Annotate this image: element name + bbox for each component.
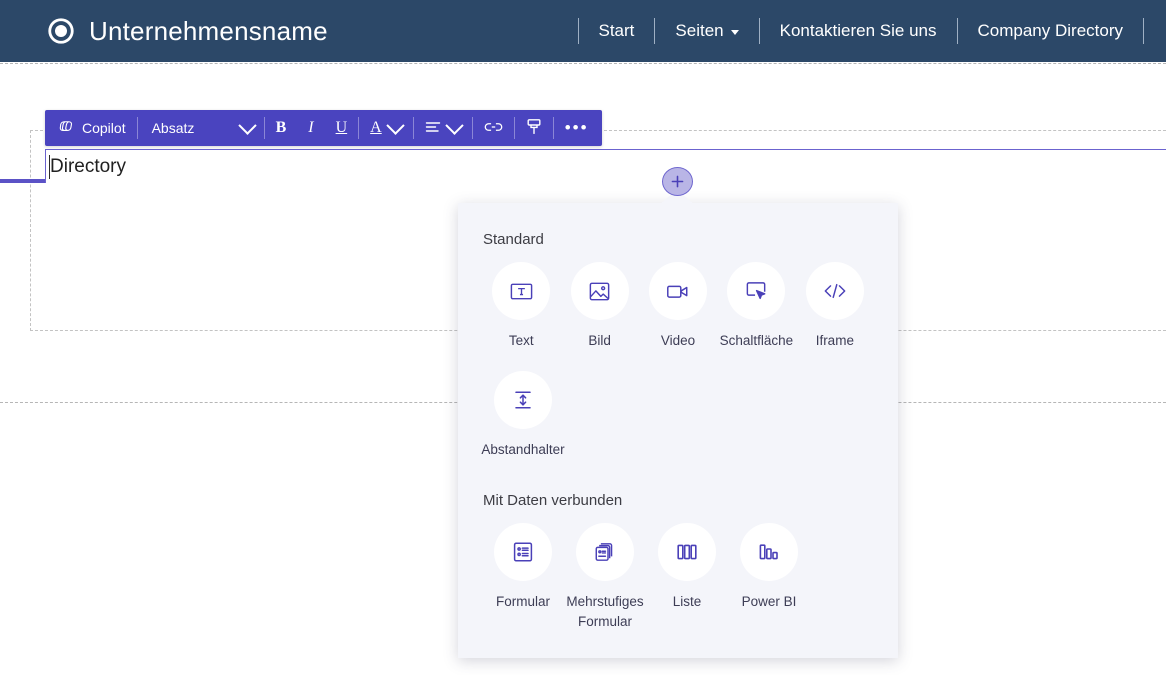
brand-name: Unternehmensname [89, 16, 328, 47]
format-painter-icon [526, 118, 542, 139]
component-tile-abstandhalter[interactable]: Abstandhalter [482, 371, 564, 460]
add-component-panel: Standard Text [458, 203, 898, 658]
spacer-arrows-icon [512, 388, 534, 412]
underline-button[interactable]: U [325, 110, 359, 146]
component-tile-formular[interactable]: Formular [482, 523, 564, 632]
align-left-icon [425, 120, 441, 137]
tile-circle [494, 523, 552, 581]
section-divider-top [0, 63, 1166, 64]
nav-item-seiten[interactable]: Seiten [655, 21, 758, 41]
site-header: Unternehmensname Start Seiten Kontaktier… [0, 0, 1166, 62]
chevron-down-icon [238, 116, 256, 134]
video-camera-icon [665, 279, 691, 304]
plus-icon [670, 174, 685, 189]
component-tile-liste-label: Liste [673, 592, 702, 612]
component-tile-formular-label: Formular [496, 592, 550, 612]
list-columns-icon [675, 541, 699, 563]
component-tile-bild-label: Bild [588, 331, 611, 351]
multistep-form-icon [593, 540, 618, 564]
form-icon [511, 540, 535, 564]
chevron-down-icon [445, 116, 463, 134]
brand[interactable]: Unternehmensname [46, 16, 328, 47]
component-tile-text[interactable]: Text [482, 262, 560, 351]
data-connected-tile-row-1: Formular Mehrstufiges Formular [482, 523, 874, 632]
panel-group-title-data-connected: Mit Daten verbunden [482, 492, 874, 509]
font-color-label: A [370, 119, 382, 137]
italic-button[interactable]: I [297, 110, 324, 146]
tile-circle [806, 262, 864, 320]
chevron-down-icon [731, 30, 739, 35]
button-cursor-icon [744, 279, 769, 304]
component-tile-iframe-label: Iframe [816, 331, 854, 351]
nav-item-start[interactable]: Start [579, 21, 655, 41]
headline-input[interactable]: Directory [45, 149, 1166, 183]
component-tile-schaltflaeche[interactable]: Schaltfläche [717, 262, 795, 351]
standard-tile-row-1: Text Bild [482, 262, 874, 351]
component-tile-iframe[interactable]: Iframe [796, 262, 874, 351]
text-box-icon [509, 279, 534, 304]
component-tile-liste[interactable]: Liste [646, 523, 728, 632]
alignment-button[interactable] [414, 110, 472, 146]
tile-circle [492, 262, 550, 320]
headline-value: Directory [50, 156, 126, 178]
more-options-button[interactable]: ••• [554, 110, 600, 146]
insert-link-button[interactable] [473, 110, 514, 146]
nav-item-seiten-label: Seiten [675, 21, 723, 41]
component-tile-text-label: Text [509, 331, 534, 351]
bold-button[interactable]: B [265, 110, 298, 146]
tile-circle [658, 523, 716, 581]
power-bi-icon [757, 541, 781, 563]
code-brackets-icon [822, 279, 848, 303]
add-block-button[interactable] [662, 167, 693, 196]
link-icon [484, 120, 503, 137]
tile-circle [649, 262, 707, 320]
tile-circle [727, 262, 785, 320]
standard-tile-row-2: Abstandhalter [482, 371, 874, 460]
tile-circle [576, 523, 634, 581]
nav-item-kontaktieren-label: Kontaktieren Sie uns [780, 21, 937, 41]
component-tile-schaltflaeche-label: Schaltfläche [720, 331, 794, 351]
component-tile-mehrstufiges-formular[interactable]: Mehrstufiges Formular [564, 523, 646, 632]
image-icon [587, 279, 612, 304]
nav-item-company-directory[interactable]: Company Directory [958, 21, 1144, 41]
component-tile-bild[interactable]: Bild [560, 262, 638, 351]
text-caret [49, 155, 50, 179]
rich-text-toolbar: Copilot Absatz B I U A [45, 110, 602, 146]
main-navigation: Start Seiten Kontaktieren Sie uns Compan… [578, 0, 1166, 62]
nav-item-company-directory-label: Company Directory [978, 21, 1124, 41]
nav-item-kontaktieren-sie-uns[interactable]: Kontaktieren Sie uns [760, 21, 957, 41]
copilot-icon [58, 118, 75, 138]
chevron-down-icon [386, 116, 404, 134]
format-painter-button[interactable] [515, 110, 553, 146]
bold-label: B [276, 119, 287, 137]
tile-circle [740, 523, 798, 581]
more-options-icon: ••• [565, 124, 589, 132]
component-tile-mehrstufiges-formular-label: Mehrstufiges Formular [566, 592, 643, 632]
tile-circle [571, 262, 629, 320]
tile-circle [494, 371, 552, 429]
font-color-button[interactable]: A [359, 110, 413, 146]
component-tile-power-bi-label: Power BI [742, 592, 797, 612]
underline-label: U [336, 119, 348, 137]
panel-group-title-standard: Standard [482, 231, 874, 248]
component-tile-video[interactable]: Video [639, 262, 717, 351]
component-tile-video-label: Video [661, 331, 695, 351]
italic-label: I [308, 119, 313, 137]
component-tile-abstandhalter-label: Abstandhalter [481, 440, 564, 460]
component-tile-power-bi[interactable]: Power BI [728, 523, 810, 632]
copilot-label: Copilot [82, 120, 126, 136]
nav-item-start-label: Start [599, 21, 635, 41]
segmented-ring-logo-icon [46, 16, 76, 46]
nav-separator [1143, 18, 1144, 44]
paragraph-style-select[interactable]: Absatz [138, 110, 264, 146]
paragraph-style-label: Absatz [152, 120, 195, 136]
copilot-button[interactable]: Copilot [47, 110, 137, 146]
